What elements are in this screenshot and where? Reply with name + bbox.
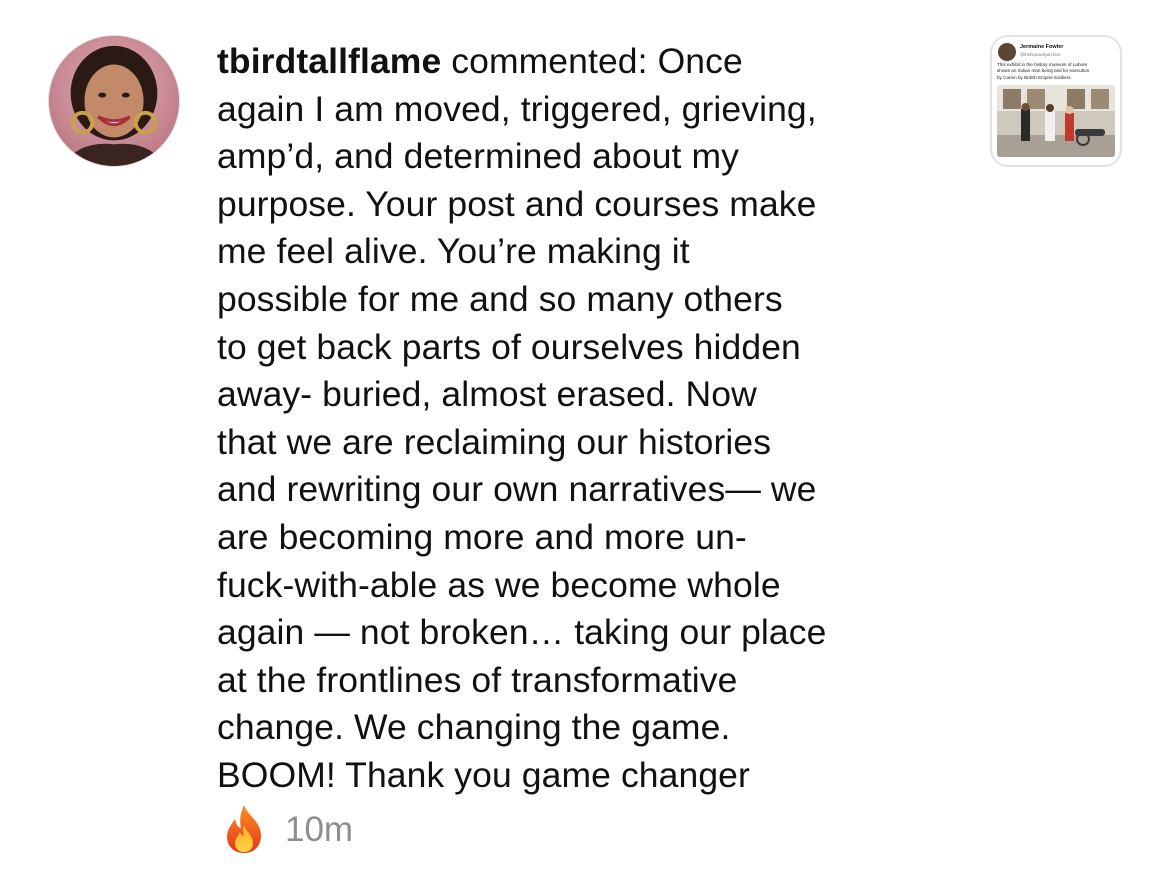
comment-line: that we are reclaiming our histories — [217, 421, 772, 462]
comment-text: tbirdtallflame commented: Once again I a… — [217, 38, 977, 800]
comment-notification[interactable]: tbirdtallflame commented: Once again I a… — [0, 0, 1170, 882]
commenter-avatar[interactable] — [48, 35, 180, 167]
comment-line: to get back parts of ourselves hidden — [217, 326, 801, 367]
thumbnail-author-handle: @thehumanityarchive — [1020, 52, 1061, 57]
thumbnail-header: Jermaine Fowler @thehumanityarchive — [996, 41, 1120, 61]
museum-photo-icon — [997, 85, 1115, 157]
timestamp: 10m — [285, 810, 354, 849]
thumbnail-caption-line: by Canon by British Empire Soldiers. — [997, 74, 1072, 80]
thumbnail-photo — [997, 85, 1115, 157]
comment-line: and rewriting our own narratives— we — [217, 469, 817, 510]
post-thumbnail[interactable]: Jermaine Fowler @thehumanityarchive This… — [990, 35, 1122, 167]
comment-line: fuck-with-able as we become whole — [217, 564, 781, 605]
user-avatar-icon — [49, 36, 179, 166]
username-link[interactable]: tbirdtallflame — [217, 41, 441, 81]
comment-line: at the frontlines of transformative — [217, 659, 738, 700]
comment-line: commented: Once — [441, 41, 743, 81]
comment-line: possible for me and so many others — [217, 278, 783, 319]
thumbnail-author-avatar — [998, 43, 1016, 61]
comment-line: are becoming more and more un- — [217, 516, 747, 557]
thumbnail-caption: This exhibit in the history museum of La… — [997, 62, 1119, 81]
comment-line: away- buried, almost erased. Now — [217, 374, 757, 415]
comment-line: again — not broken… taking our place — [217, 612, 827, 653]
comment-line: BOOM! Thank you game changer — [217, 754, 750, 795]
thumbnail-author-name: Jermaine Fowler — [1020, 44, 1064, 50]
comment-line: purpose. Your post and courses make — [217, 183, 817, 224]
comment-line: change. We changing the game. — [217, 707, 731, 748]
comment-line: amp’d, and determined about my — [217, 136, 739, 177]
fire-icon — [217, 803, 271, 855]
comment-line: again I am moved, triggered, grieving, — [217, 88, 817, 129]
comment-meta: 10m — [217, 803, 353, 855]
comment-line: me feel alive. You’re making it — [217, 231, 690, 272]
